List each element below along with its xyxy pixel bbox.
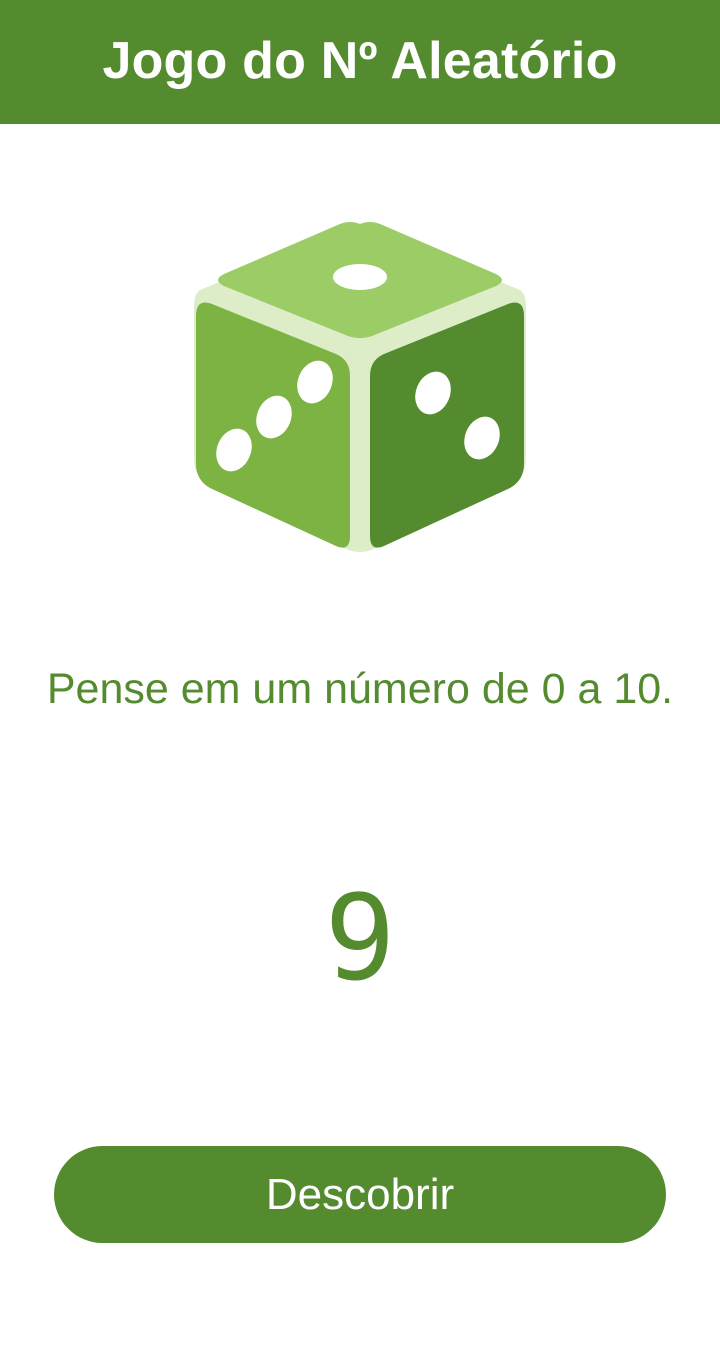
random-number-result: 9 [324,869,396,1007]
app-title: Jogo do Nº Aleatório [102,32,618,90]
dice-top-pip [333,264,387,290]
app-bar: Jogo do Nº Aleatório [0,0,720,124]
app-screen: Jogo do Nº Aleatório Pense em um número … [0,0,720,1355]
instruction-text: Pense em um número de 0 a 10. [46,665,674,713]
discover-button[interactable]: Descobrir [54,1146,666,1243]
dice-icon [194,222,526,552]
